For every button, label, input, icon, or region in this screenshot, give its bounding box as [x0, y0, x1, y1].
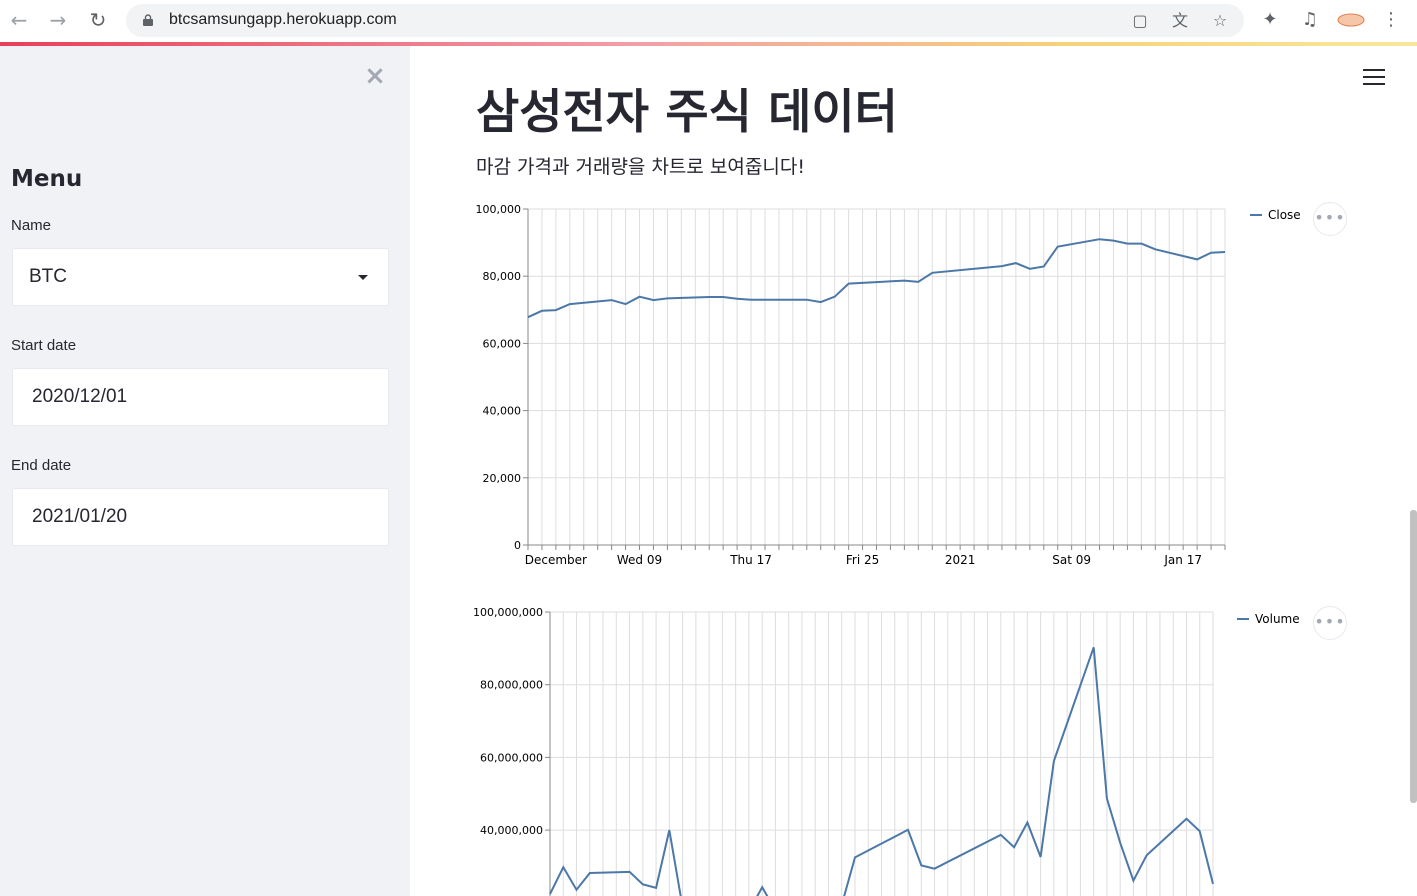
hamburger-menu-icon[interactable] [1363, 69, 1385, 89]
media-control-icon[interactable]: ♫ [1298, 8, 1322, 32]
chevron-down-icon [358, 275, 368, 280]
translate-icon[interactable]: 文 [1169, 10, 1191, 32]
extensions-icon[interactable]: ✦ [1258, 8, 1282, 32]
volume-chart: 20,000,00040,000,00060,000,00080,000,000… [473, 606, 1300, 896]
browser-toolbar: ← → ↻ btcsamsungapp.herokuapp.com ▢ 文 ☆ … [0, 0, 1417, 42]
start-date-label: Start date [11, 337, 77, 354]
y-tick-label: 20,000 [483, 472, 522, 485]
x-tick-label: Sat 09 [1052, 553, 1091, 567]
back-arrow-icon[interactable]: ← [7, 8, 31, 32]
x-tick-label: 2021 [945, 553, 976, 567]
page-title: 삼성전자 주식 데이터 [476, 85, 898, 140]
x-tick-label: Wed 09 [617, 553, 662, 567]
x-tick-label: Fri 25 [846, 553, 879, 567]
star-icon[interactable]: ☆ [1209, 10, 1231, 32]
y-tick-label: 80,000 [483, 270, 522, 283]
end-date-label: End date [11, 457, 72, 474]
close-chart: 0 20,000 40,000 60,000 80,000 100,000 December… [476, 203, 1301, 567]
scrollbar-thumb[interactable] [1410, 510, 1417, 803]
chart-more-options-icon[interactable]: ••• [1313, 202, 1347, 236]
name-select[interactable]: BTC [12, 248, 389, 306]
y-tick-label: 100,000,000 [473, 606, 543, 619]
y-tick-label: 60,000,000 [480, 751, 543, 764]
chart-more-options-icon[interactable]: ••• [1313, 606, 1347, 640]
cast-icon[interactable]: ▢ [1129, 10, 1151, 32]
end-date-value: 2021/01/20 [32, 506, 128, 527]
legend-label: Close [1268, 208, 1301, 222]
sidebar-title: Menu [11, 166, 83, 192]
sidebar: × Menu Name BTC Start date 2020/12/01 En… [0, 46, 410, 896]
page-subtitle: 마감 가격과 거래량을 차트로 보여줍니다! [476, 156, 805, 178]
start-date-input[interactable]: 2020/12/01 [12, 368, 389, 426]
forward-arrow-icon[interactable]: → [46, 8, 70, 32]
profile-avatar-icon[interactable] [1336, 8, 1366, 32]
end-date-input[interactable]: 2021/01/20 [12, 488, 389, 546]
y-tick-label: 80,000,000 [480, 679, 543, 692]
y-tick-label: 100,000 [476, 203, 522, 216]
url-text: btcsamsungapp.herokuapp.com [169, 11, 397, 28]
name-select-value: BTC [29, 266, 67, 287]
main-content: 삼성전자 주식 데이터 마감 가격과 거래량을 차트로 보여줍니다! 0 20,0… [410, 46, 1417, 896]
x-tick-label: Thu 17 [729, 553, 772, 567]
more-vert-icon[interactable]: ⋮ [1379, 8, 1403, 32]
y-tick-label: 40,000,000 [480, 824, 543, 837]
lock-icon [143, 14, 153, 26]
address-bar[interactable]: btcsamsungapp.herokuapp.com ▢ 文 ☆ [126, 4, 1244, 37]
legend-label: Volume [1255, 612, 1300, 626]
x-tick-label: December [525, 553, 587, 567]
reload-icon[interactable]: ↻ [86, 8, 110, 32]
close-sidebar-icon[interactable]: × [363, 63, 387, 89]
y-tick-label: 0 [514, 539, 521, 552]
y-tick-label: 40,000 [483, 405, 522, 418]
x-tick-label: Jan 17 [1163, 553, 1202, 567]
y-tick-label: 60,000 [483, 337, 522, 350]
name-label: Name [11, 217, 52, 234]
start-date-value: 2020/12/01 [32, 386, 128, 407]
